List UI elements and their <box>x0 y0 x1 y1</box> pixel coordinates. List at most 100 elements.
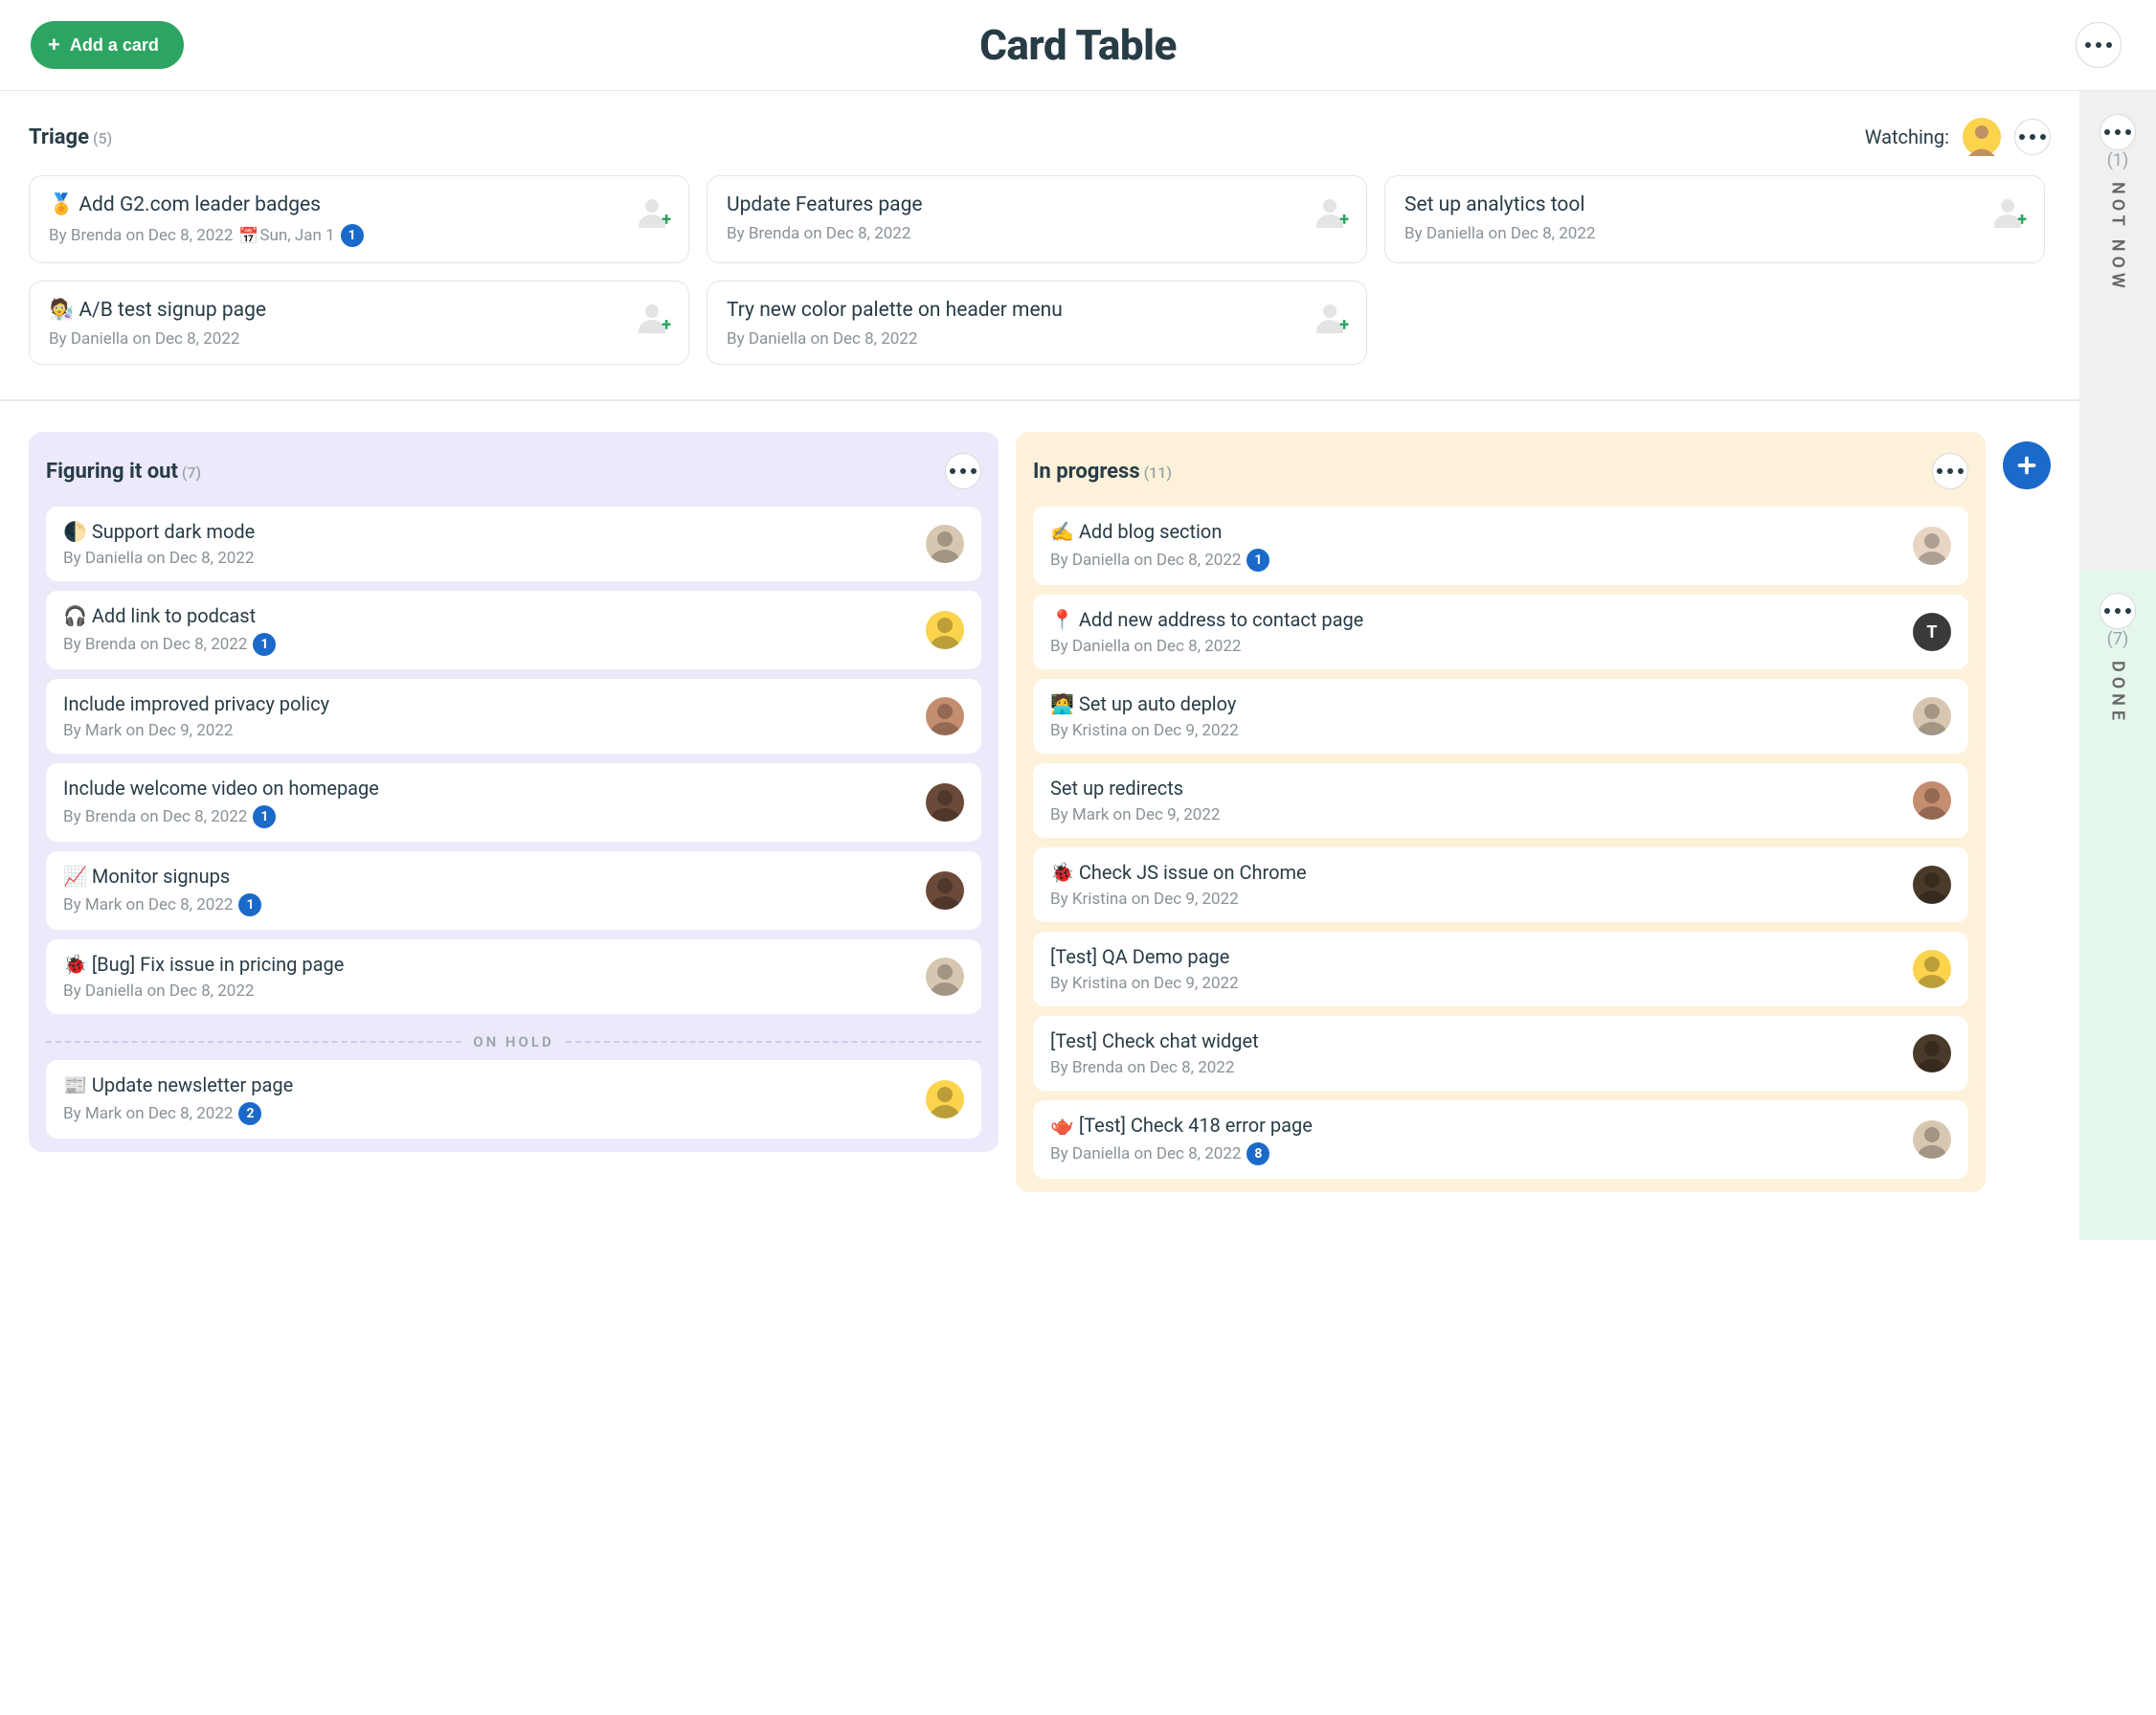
rail-done[interactable]: (7) DONE <box>2079 570 2156 1240</box>
assignee-avatar[interactable] <box>1913 527 1951 565</box>
watcher-avatar[interactable] <box>1963 118 2001 156</box>
card-meta: By Kristina on Dec 9, 2022 <box>1050 974 1899 993</box>
column-card[interactable]: Set up redirects By Mark on Dec 9, 2022 <box>1033 763 1968 838</box>
column-count: (11) <box>1144 463 1172 482</box>
assignee-avatar[interactable] <box>1913 950 1951 988</box>
card-title: Include welcome video on homepage <box>63 777 912 800</box>
column-card[interactable]: Include welcome video on homepage By Bre… <box>46 763 981 842</box>
rail-not-now[interactable]: (1) NOT NOW <box>2079 91 2156 570</box>
add-card-button[interactable]: + Add a card <box>31 21 184 69</box>
assignee-avatar[interactable] <box>926 783 964 822</box>
assignee-avatar[interactable] <box>926 525 964 563</box>
on-hold-label: ON HOLD <box>473 1033 554 1050</box>
card-meta: By Mark on Dec 8, 2022 1 <box>63 893 912 916</box>
calendar-icon <box>238 227 256 244</box>
add-column-button[interactable] <box>2003 441 2051 489</box>
card-title: Update Features page <box>727 193 1303 216</box>
card-title: Try new color palette on header menu <box>727 299 1303 322</box>
triage-card[interactable]: Set up analytics tool By Daniella on Dec… <box>1384 175 2045 263</box>
card-title: [Test] QA Demo page <box>1050 945 1899 968</box>
triage-card[interactable]: Update Features page By Brenda on Dec 8,… <box>707 175 1367 263</box>
card-title: 🐞 [Bug] Fix issue in pricing page <box>63 953 912 976</box>
column-card[interactable]: Include improved privacy policy By Mark … <box>46 679 981 754</box>
column-more-button[interactable] <box>1932 453 1968 489</box>
comment-count-badge: 1 <box>1246 549 1269 572</box>
assignee-avatar[interactable] <box>926 1080 964 1118</box>
assignee-avatar[interactable] <box>926 871 964 910</box>
assignee-avatar[interactable]: T <box>1913 613 1951 651</box>
rail-more-button[interactable] <box>2100 114 2136 150</box>
card-title: Set up analytics tool <box>1404 193 1981 216</box>
column-card[interactable]: [Test] Check chat widget By Brenda on De… <box>1033 1016 1968 1091</box>
comment-count-badge: 1 <box>253 805 276 828</box>
triage-section: Triage (5) Watching: 🏅 Add G2. <box>0 91 2079 401</box>
column-card[interactable]: 🧑‍💻 Set up auto deploy By Kristina on De… <box>1033 679 1968 754</box>
assignee-placeholder[interactable]: + <box>1990 193 2025 228</box>
card-meta: By Daniella on Dec 8, 2022 <box>63 549 912 568</box>
card-title: 🐞 Check JS issue on Chrome <box>1050 861 1899 884</box>
plus-icon: + <box>662 210 671 230</box>
assignee-avatar[interactable] <box>1913 781 1951 820</box>
rail-label: DONE <box>2108 661 2128 725</box>
assignee-avatar[interactable] <box>1913 697 1951 735</box>
triage-card[interactable]: Try new color palette on header menu By … <box>707 281 1367 365</box>
column-card[interactable]: 🐞 [Bug] Fix issue in pricing page By Dan… <box>46 939 981 1014</box>
card-meta: By Mark on Dec 9, 2022 <box>63 721 912 740</box>
card-meta: By Daniella on Dec 8, 2022 <box>63 982 912 1001</box>
card-title: 📍 Add new address to contact page <box>1050 608 1899 631</box>
card-meta: By Brenda on Dec 8, 2022 1 <box>63 805 912 828</box>
assignee-avatar[interactable] <box>1913 1034 1951 1072</box>
comment-count-badge: 1 <box>253 633 276 656</box>
assignee-avatar[interactable] <box>926 958 964 996</box>
assignee-avatar[interactable] <box>1913 866 1951 904</box>
assignee-avatar[interactable] <box>926 611 964 649</box>
due-date-text: Sun, Jan 1 <box>259 226 334 245</box>
card-meta: By Kristina on Dec 9, 2022 <box>1050 890 1899 909</box>
column-card[interactable]: 🌓 Support dark mode By Daniella on Dec 8… <box>46 507 981 581</box>
comment-count-badge: 8 <box>1246 1142 1269 1165</box>
column-card[interactable]: 🫖 [Test] Check 418 error page By Daniell… <box>1033 1100 1968 1179</box>
column-card[interactable]: 🐞 Check JS issue on Chrome By Kristina o… <box>1033 847 1968 922</box>
on-hold-divider: ON HOLD <box>46 1033 981 1050</box>
assignee-placeholder[interactable]: + <box>635 299 669 333</box>
card-meta: By Daniella on Dec 8, 2022 1 <box>1050 549 1899 572</box>
assignee-placeholder[interactable]: + <box>1313 193 1347 228</box>
plus-icon: + <box>1339 315 1349 335</box>
page-title: Card Table <box>979 20 1177 70</box>
watching-label: Watching: <box>1865 125 1949 148</box>
column-card[interactable]: 📰 Update newsletter page By Mark on Dec … <box>46 1060 981 1139</box>
assignee-placeholder[interactable]: + <box>635 193 669 228</box>
card-meta: By Brenda on Dec 8, 2022 <box>1050 1058 1899 1077</box>
column-card[interactable]: 📈 Monitor signups By Mark on Dec 8, 2022… <box>46 851 981 930</box>
assignee-avatar[interactable] <box>926 697 964 735</box>
triage-card[interactable]: 🧑‍🔬 A/B test signup page By Daniella on … <box>29 281 689 365</box>
assignee-avatar[interactable] <box>1913 1120 1951 1159</box>
comment-count-badge: 1 <box>238 893 261 916</box>
card-meta: By Brenda on Dec 8, 2022 1 <box>63 633 912 656</box>
comment-count-badge: 2 <box>238 1102 261 1125</box>
rail-more-button[interactable] <box>2100 593 2136 629</box>
card-title: 📰 Update newsletter page <box>63 1073 912 1096</box>
triage-more-button[interactable] <box>2014 119 2051 155</box>
more-icon <box>950 468 977 474</box>
card-meta: By Daniella on Dec 8, 2022 <box>1050 637 1899 656</box>
plus-icon: + <box>2017 210 2027 230</box>
right-rails: (1) NOT NOW (7) DONE <box>2079 91 2156 1240</box>
card-title: Include improved privacy policy <box>63 692 912 715</box>
column-card[interactable]: 🎧 Add link to podcast By Brenda on Dec 8… <box>46 591 981 669</box>
card-title: 🧑‍🔬 A/B test signup page <box>49 299 625 322</box>
assignee-placeholder[interactable]: + <box>1313 299 1347 333</box>
column-title: Figuring it out <box>46 460 178 484</box>
column-count: (7) <box>182 463 201 482</box>
header-more-button[interactable] <box>2076 22 2122 68</box>
triage-card[interactable]: 🏅 Add G2.com leader badges By Brenda on … <box>29 175 689 263</box>
column-card[interactable]: 📍 Add new address to contact page By Dan… <box>1033 595 1968 669</box>
column-figuring-it-out: Figuring it out (7) 🌓 Support dark mode … <box>29 432 999 1152</box>
column-card[interactable]: [Test] QA Demo page By Kristina on Dec 9… <box>1033 932 1968 1006</box>
more-icon <box>2104 608 2131 614</box>
card-title: 🌓 Support dark mode <box>63 520 912 543</box>
column-more-button[interactable] <box>945 453 981 489</box>
triage-count: (5) <box>93 129 112 147</box>
column-title: In progress <box>1033 460 1140 484</box>
column-card[interactable]: ✍️ Add blog section By Daniella on Dec 8… <box>1033 507 1968 585</box>
